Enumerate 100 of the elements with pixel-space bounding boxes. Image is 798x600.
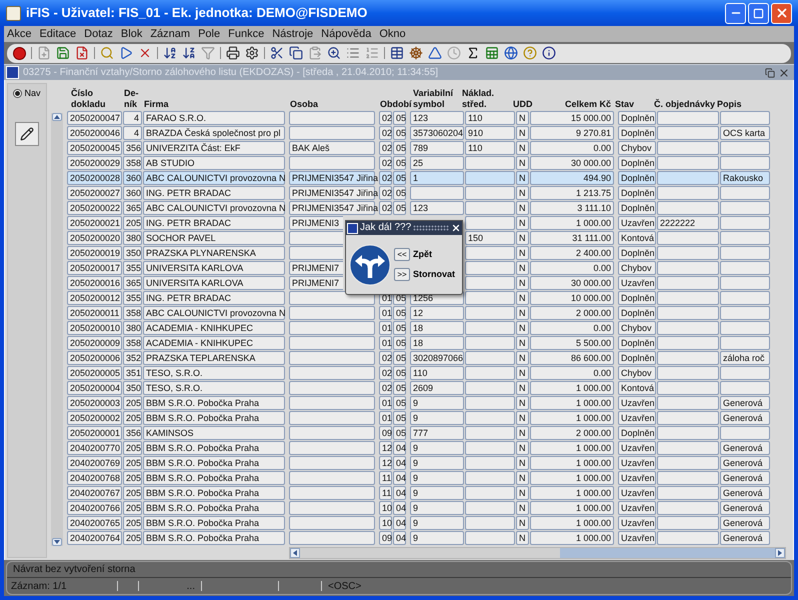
person-field[interactable]: [289, 531, 375, 545]
person-field[interactable]: PRIJMENI7: [289, 261, 343, 275]
description-field[interactable]: Generová: [720, 516, 770, 530]
journal-field[interactable]: 365: [123, 276, 142, 290]
total-amount-field[interactable]: 1 000.00: [530, 456, 614, 470]
new-record-icon[interactable]: [37, 46, 51, 60]
cost-center-field[interactable]: [465, 381, 515, 395]
journal-field[interactable]: 4: [123, 126, 142, 140]
journal-field[interactable]: 358: [123, 336, 142, 350]
document-number-field[interactable]: 2050200011: [67, 306, 122, 320]
horizontal-scrollbar[interactable]: [289, 547, 786, 559]
document-number-field[interactable]: 2050200010: [67, 321, 122, 335]
order-number-field[interactable]: [657, 456, 719, 470]
journal-field[interactable]: 350: [123, 246, 142, 260]
period-year-field[interactable]: 05: [393, 141, 406, 155]
period-month-field[interactable]: 02: [379, 351, 392, 365]
restore-icon[interactable]: [765, 68, 775, 78]
person-field[interactable]: [289, 516, 375, 530]
udd-field[interactable]: N: [516, 231, 529, 245]
period-month-field[interactable]: 02: [379, 111, 392, 125]
total-amount-field[interactable]: 1 000.00: [530, 411, 614, 425]
company-field[interactable]: ABC CALOUNICTVI provozovna N: [143, 306, 285, 320]
period-year-field[interactable]: 04: [393, 531, 406, 545]
period-year-field[interactable]: 04: [393, 486, 406, 500]
vertical-scrollbar[interactable]: [51, 113, 63, 546]
numbered-list-icon[interactable]: [365, 46, 379, 60]
period-month-field[interactable]: 01: [379, 336, 392, 350]
order-number-field[interactable]: [657, 141, 719, 155]
copy-icon[interactable]: [289, 46, 303, 60]
period-month-field[interactable]: 09: [379, 531, 392, 545]
journal-field[interactable]: 4: [123, 111, 142, 125]
close-icon[interactable]: [451, 223, 461, 233]
variable-symbol-field[interactable]: 9: [410, 486, 464, 500]
description-field[interactable]: [720, 141, 770, 155]
period-month-field[interactable]: 02: [379, 156, 392, 170]
play-icon[interactable]: [119, 46, 133, 60]
order-number-field[interactable]: [657, 516, 719, 530]
total-amount-field[interactable]: 1 000.00: [530, 516, 614, 530]
description-field[interactable]: [720, 291, 770, 305]
document-number-field[interactable]: 2050200045: [67, 141, 122, 155]
description-field[interactable]: [720, 186, 770, 200]
company-field[interactable]: PRAZSKA PLYNARENSKA: [143, 246, 285, 260]
period-month-field[interactable]: 02: [379, 141, 392, 155]
cost-center-field[interactable]: [465, 306, 515, 320]
person-field[interactable]: [289, 291, 375, 305]
description-field[interactable]: Generová: [720, 501, 770, 515]
company-field[interactable]: BBM S.R.O. Pobočka Praha: [143, 411, 285, 425]
company-field[interactable]: ABC CALOUNICTVI provozovna N: [143, 201, 285, 215]
period-month-field[interactable]: 11: [379, 471, 392, 485]
printer-icon[interactable]: [226, 46, 240, 60]
variable-symbol-field[interactable]: 110: [410, 366, 464, 380]
cost-center-field[interactable]: [465, 336, 515, 350]
udd-field[interactable]: N: [516, 501, 529, 515]
order-number-field[interactable]: [657, 336, 719, 350]
document-number-field[interactable]: 2050200021: [67, 216, 122, 230]
status-field[interactable]: Doplněn: [618, 186, 656, 200]
udd-field[interactable]: N: [516, 171, 529, 185]
description-field[interactable]: Generová: [720, 471, 770, 485]
order-number-field[interactable]: [657, 441, 719, 455]
person-field[interactable]: BAK Aleš: [289, 141, 375, 155]
total-amount-field[interactable]: 3 111.10: [530, 201, 614, 215]
period-month-field[interactable]: 11: [379, 486, 392, 500]
company-field[interactable]: FARAO S.R.O.: [143, 111, 285, 125]
period-month-field[interactable]: 02: [379, 186, 392, 200]
journal-field[interactable]: 355: [123, 261, 142, 275]
udd-field[interactable]: N: [516, 321, 529, 335]
journal-field[interactable]: 358: [123, 156, 142, 170]
variable-symbol-field[interactable]: 3573060204: [410, 126, 464, 140]
journal-field[interactable]: 355: [123, 291, 142, 305]
journal-field[interactable]: 350: [123, 381, 142, 395]
cost-center-field[interactable]: [465, 411, 515, 425]
cost-center-field[interactable]: 910: [465, 126, 515, 140]
document-number-field[interactable]: 2050200002: [67, 411, 122, 425]
description-field[interactable]: [720, 156, 770, 170]
status-field[interactable]: Doplněn: [618, 426, 656, 440]
company-field[interactable]: BRAZDA Česká společnost pro pl: [143, 126, 285, 140]
period-year-field[interactable]: 05: [393, 171, 406, 185]
cost-center-field[interactable]: [465, 246, 515, 260]
cost-center-field[interactable]: [465, 321, 515, 335]
status-field[interactable]: Uzavřen: [618, 486, 656, 500]
status-field[interactable]: Uzavřen: [618, 516, 656, 530]
document-number-field[interactable]: 2040200769: [67, 456, 122, 470]
document-number-field[interactable]: 2040200765: [67, 516, 122, 530]
variable-symbol-field[interactable]: 25: [410, 156, 464, 170]
status-field[interactable]: Doplněn: [618, 306, 656, 320]
order-number-field[interactable]: [657, 156, 719, 170]
variable-symbol-field[interactable]: 9: [410, 471, 464, 485]
journal-field[interactable]: 358: [123, 306, 142, 320]
document-number-field[interactable]: 2050200047: [67, 111, 122, 125]
period-year-field[interactable]: 05: [393, 366, 406, 380]
company-field[interactable]: PRAZSKA TEPLARENSKA: [143, 351, 285, 365]
journal-field[interactable]: 205: [123, 396, 142, 410]
description-field[interactable]: [720, 321, 770, 335]
variable-symbol-field[interactable]: 18: [410, 321, 464, 335]
total-amount-field[interactable]: 494.90: [530, 171, 614, 185]
order-number-field[interactable]: [657, 351, 719, 365]
description-field[interactable]: Generová: [720, 486, 770, 500]
period-month-field[interactable]: 02: [379, 171, 392, 185]
company-field[interactable]: BBM S.R.O. Pobočka Praha: [143, 516, 285, 530]
udd-field[interactable]: N: [516, 426, 529, 440]
